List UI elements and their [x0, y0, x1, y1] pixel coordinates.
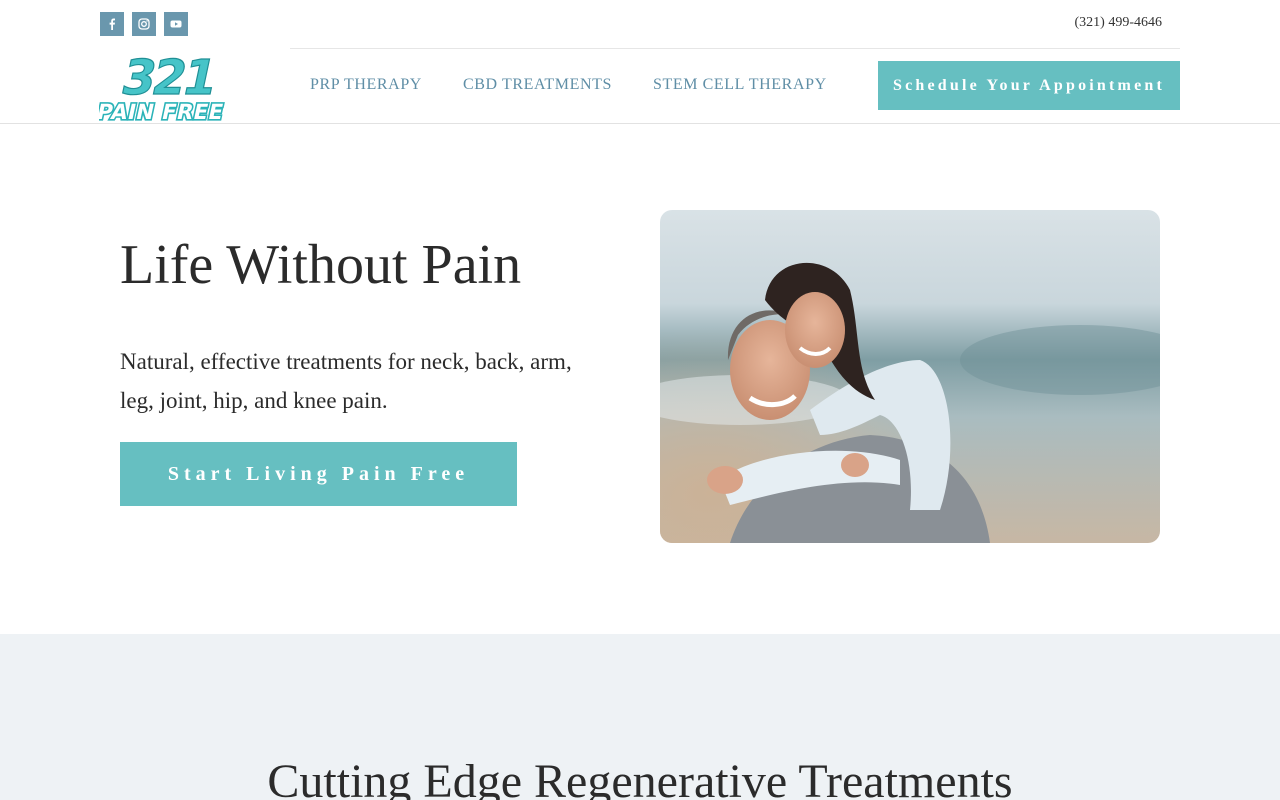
youtube-icon [170, 20, 182, 28]
site-header: (321) 499-4646 321 PAIN FREE PRP THERAPY… [0, 0, 1280, 124]
social-links [100, 12, 188, 36]
hero-title: Life Without Pain [120, 234, 522, 296]
nav-stem-cell-therapy[interactable]: STEM CELL THERAPY [653, 76, 827, 94]
logo-tagline: PAIN FREE [99, 100, 225, 122]
nav-cbd-treatments[interactable]: CBD TREATMENTS [463, 76, 612, 94]
phone-number[interactable]: (321) 499-4646 [1075, 15, 1163, 31]
treatments-section: Cutting Edge Regenerative Treatments [0, 634, 1280, 800]
logo-number: 321 [117, 50, 220, 105]
section-title: Cutting Edge Regenerative Treatments [267, 755, 1013, 800]
nav-prp-therapy[interactable]: PRP THERAPY [310, 76, 422, 94]
header-divider [290, 48, 1180, 49]
couple-on-beach-image [660, 210, 1160, 543]
main-nav: PRP THERAPY CBD TREATMENTS STEM CELL THE… [310, 76, 827, 94]
site-logo[interactable]: 321 PAIN FREE [99, 48, 225, 122]
instagram-icon [138, 18, 150, 30]
hero-subtitle: Natural, effective treatments for neck, … [120, 349, 572, 413]
hero-photo [660, 210, 1160, 543]
facebook-link[interactable] [100, 12, 124, 36]
start-living-pain-free-button[interactable]: Start Living Pain Free [120, 442, 517, 506]
facebook-icon [109, 18, 115, 30]
schedule-appointment-button[interactable]: Schedule Your Appointment [878, 61, 1180, 110]
youtube-link[interactable] [164, 12, 188, 36]
logo-mark: 321 PAIN FREE [99, 50, 225, 122]
instagram-link[interactable] [132, 12, 156, 36]
